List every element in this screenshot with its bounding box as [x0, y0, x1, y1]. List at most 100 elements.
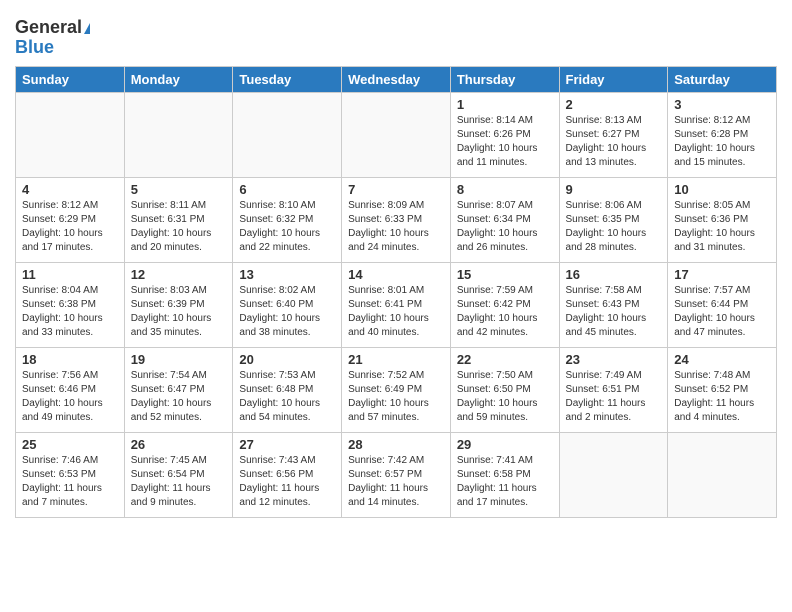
day-header-monday: Monday — [124, 66, 233, 92]
day-header-wednesday: Wednesday — [342, 66, 451, 92]
day-info: Sunrise: 8:03 AMSunset: 6:39 PMDaylight:… — [131, 284, 227, 340]
calendar-cell: 19 Sunrise: 7:54 AMSunset: 6:47 PMDayligh… — [124, 347, 233, 432]
day-info: Sunrise: 7:43 AMSunset: 6:56 PMDaylight:… — [239, 454, 335, 510]
calendar-cell: 27 Sunrise: 7:43 AMSunset: 6:56 PMDayligh… — [233, 432, 342, 517]
calendar-cell: 22 Sunrise: 7:50 AMSunset: 6:50 PMDayligh… — [450, 347, 559, 432]
calendar-cell: 5 Sunrise: 8:11 AMSunset: 6:31 PMDaylight… — [124, 177, 233, 262]
day-number: 21 — [348, 352, 444, 367]
calendar-cell — [342, 92, 451, 177]
calendar-cell: 18 Sunrise: 7:56 AMSunset: 6:46 PMDayligh… — [16, 347, 125, 432]
day-info: Sunrise: 7:48 AMSunset: 6:52 PMDaylight:… — [674, 369, 770, 425]
calendar-cell: 10 Sunrise: 8:05 AMSunset: 6:36 PMDayligh… — [668, 177, 777, 262]
day-header-saturday: Saturday — [668, 66, 777, 92]
day-number: 29 — [457, 437, 553, 452]
day-number: 9 — [566, 182, 662, 197]
logo-general: General — [15, 18, 90, 38]
calendar-cell: 24 Sunrise: 7:48 AMSunset: 6:52 PMDayligh… — [668, 347, 777, 432]
header-row: SundayMondayTuesdayWednesdayThursdayFrid… — [16, 66, 777, 92]
calendar-cell: 17 Sunrise: 7:57 AMSunset: 6:44 PMDayligh… — [668, 262, 777, 347]
day-number: 23 — [566, 352, 662, 367]
day-number: 12 — [131, 267, 227, 282]
day-info: Sunrise: 7:42 AMSunset: 6:57 PMDaylight:… — [348, 454, 444, 510]
day-info: Sunrise: 8:05 AMSunset: 6:36 PMDaylight:… — [674, 199, 770, 255]
calendar-cell: 11Sunrise: 8:04 AMSunset: 6:38 PMDayligh… — [16, 262, 125, 347]
day-number: 28 — [348, 437, 444, 452]
day-number: 1 — [457, 97, 553, 112]
day-number: 20 — [239, 352, 335, 367]
week-row-1: 4Sunrise: 8:12 AMSunset: 6:29 PMDaylight… — [16, 177, 777, 262]
day-number: 2 — [566, 97, 662, 112]
header: General Blue — [15, 10, 777, 58]
day-number: 19 — [131, 352, 227, 367]
day-info: Sunrise: 8:07 AMSunset: 6:34 PMDaylight:… — [457, 199, 553, 255]
day-info: Sunrise: 8:09 AMSunset: 6:33 PMDaylight:… — [348, 199, 444, 255]
day-number: 15 — [457, 267, 553, 282]
day-info: Sunrise: 8:13 AMSunset: 6:27 PMDaylight:… — [566, 114, 662, 170]
day-info: Sunrise: 7:52 AMSunset: 6:49 PMDaylight:… — [348, 369, 444, 425]
calendar-cell — [233, 92, 342, 177]
day-info: Sunrise: 8:11 AMSunset: 6:31 PMDaylight:… — [131, 199, 227, 255]
day-number: 27 — [239, 437, 335, 452]
calendar-cell: 2 Sunrise: 8:13 AMSunset: 6:27 PMDaylight… — [559, 92, 668, 177]
day-info: Sunrise: 8:02 AMSunset: 6:40 PMDaylight:… — [239, 284, 335, 340]
day-info: Sunrise: 7:54 AMSunset: 6:47 PMDaylight:… — [131, 369, 227, 425]
calendar-cell: 4Sunrise: 8:12 AMSunset: 6:29 PMDaylight… — [16, 177, 125, 262]
day-info: Sunrise: 8:01 AMSunset: 6:41 PMDaylight:… — [348, 284, 444, 340]
calendar-cell: 16 Sunrise: 7:58 AMSunset: 6:43 PMDayligh… — [559, 262, 668, 347]
day-number: 26 — [131, 437, 227, 452]
calendar-cell: 1 Sunrise: 8:14 AMSunset: 6:26 PMDaylight… — [450, 92, 559, 177]
calendar-cell: 13 Sunrise: 8:02 AMSunset: 6:40 PMDayligh… — [233, 262, 342, 347]
calendar-cell: 26 Sunrise: 7:45 AMSunset: 6:54 PMDayligh… — [124, 432, 233, 517]
calendar-cell: 29 Sunrise: 7:41 AMSunset: 6:58 PMDayligh… — [450, 432, 559, 517]
week-row-2: 11Sunrise: 8:04 AMSunset: 6:38 PMDayligh… — [16, 262, 777, 347]
day-info: Sunrise: 8:12 AMSunset: 6:28 PMDaylight:… — [674, 114, 770, 170]
day-info: Sunrise: 7:49 AMSunset: 6:51 PMDaylight:… — [566, 369, 662, 425]
day-info: Sunrise: 8:12 AMSunset: 6:29 PMDaylight:… — [22, 199, 118, 255]
calendar-cell: 28 Sunrise: 7:42 AMSunset: 6:57 PMDayligh… — [342, 432, 451, 517]
calendar-cell — [559, 432, 668, 517]
day-header-tuesday: Tuesday — [233, 66, 342, 92]
day-info: Sunrise: 8:06 AMSunset: 6:35 PMDaylight:… — [566, 199, 662, 255]
calendar-cell: 15 Sunrise: 7:59 AMSunset: 6:42 PMDayligh… — [450, 262, 559, 347]
calendar-cell: 12 Sunrise: 8:03 AMSunset: 6:39 PMDayligh… — [124, 262, 233, 347]
day-number: 5 — [131, 182, 227, 197]
calendar-cell: 7Sunrise: 8:09 AMSunset: 6:33 PMDaylight… — [342, 177, 451, 262]
day-number: 22 — [457, 352, 553, 367]
day-number: 18 — [22, 352, 118, 367]
calendar-cell — [16, 92, 125, 177]
calendar-cell: 23 Sunrise: 7:49 AMSunset: 6:51 PMDayligh… — [559, 347, 668, 432]
calendar-table: SundayMondayTuesdayWednesdayThursdayFrid… — [15, 66, 777, 518]
day-info: Sunrise: 8:04 AMSunset: 6:38 PMDaylight:… — [22, 284, 118, 340]
day-number: 6 — [239, 182, 335, 197]
day-info: Sunrise: 7:59 AMSunset: 6:42 PMDaylight:… — [457, 284, 553, 340]
calendar-cell: 21 Sunrise: 7:52 AMSunset: 6:49 PMDayligh… — [342, 347, 451, 432]
day-info: Sunrise: 7:50 AMSunset: 6:50 PMDaylight:… — [457, 369, 553, 425]
week-row-3: 18 Sunrise: 7:56 AMSunset: 6:46 PMDayligh… — [16, 347, 777, 432]
day-number: 24 — [674, 352, 770, 367]
day-number: 3 — [674, 97, 770, 112]
calendar-cell: 20 Sunrise: 7:53 AMSunset: 6:48 PMDayligh… — [233, 347, 342, 432]
day-info: Sunrise: 7:58 AMSunset: 6:43 PMDaylight:… — [566, 284, 662, 340]
calendar-cell: 14 Sunrise: 8:01 AMSunset: 6:41 PMDayligh… — [342, 262, 451, 347]
day-number: 25 — [22, 437, 118, 452]
day-info: Sunrise: 7:45 AMSunset: 6:54 PMDaylight:… — [131, 454, 227, 510]
day-header-friday: Friday — [559, 66, 668, 92]
day-number: 14 — [348, 267, 444, 282]
calendar-cell: 8Sunrise: 8:07 AMSunset: 6:34 PMDaylight… — [450, 177, 559, 262]
logo: General Blue — [15, 18, 90, 58]
day-number: 17 — [674, 267, 770, 282]
day-info: Sunrise: 8:14 AMSunset: 6:26 PMDaylight:… — [457, 114, 553, 170]
calendar-cell — [124, 92, 233, 177]
day-info: Sunrise: 7:57 AMSunset: 6:44 PMDaylight:… — [674, 284, 770, 340]
day-info: Sunrise: 7:46 AMSunset: 6:53 PMDaylight:… — [22, 454, 118, 510]
day-info: Sunrise: 7:53 AMSunset: 6:48 PMDaylight:… — [239, 369, 335, 425]
day-number: 16 — [566, 267, 662, 282]
calendar-cell: 9 Sunrise: 8:06 AMSunset: 6:35 PMDaylight… — [559, 177, 668, 262]
calendar-cell: 3 Sunrise: 8:12 AMSunset: 6:28 PMDaylight… — [668, 92, 777, 177]
day-info: Sunrise: 7:41 AMSunset: 6:58 PMDaylight:… — [457, 454, 553, 510]
day-number: 13 — [239, 267, 335, 282]
day-number: 10 — [674, 182, 770, 197]
day-info: Sunrise: 7:56 AMSunset: 6:46 PMDaylight:… — [22, 369, 118, 425]
week-row-0: 1 Sunrise: 8:14 AMSunset: 6:26 PMDaylight… — [16, 92, 777, 177]
logo-blue: Blue — [15, 38, 54, 58]
